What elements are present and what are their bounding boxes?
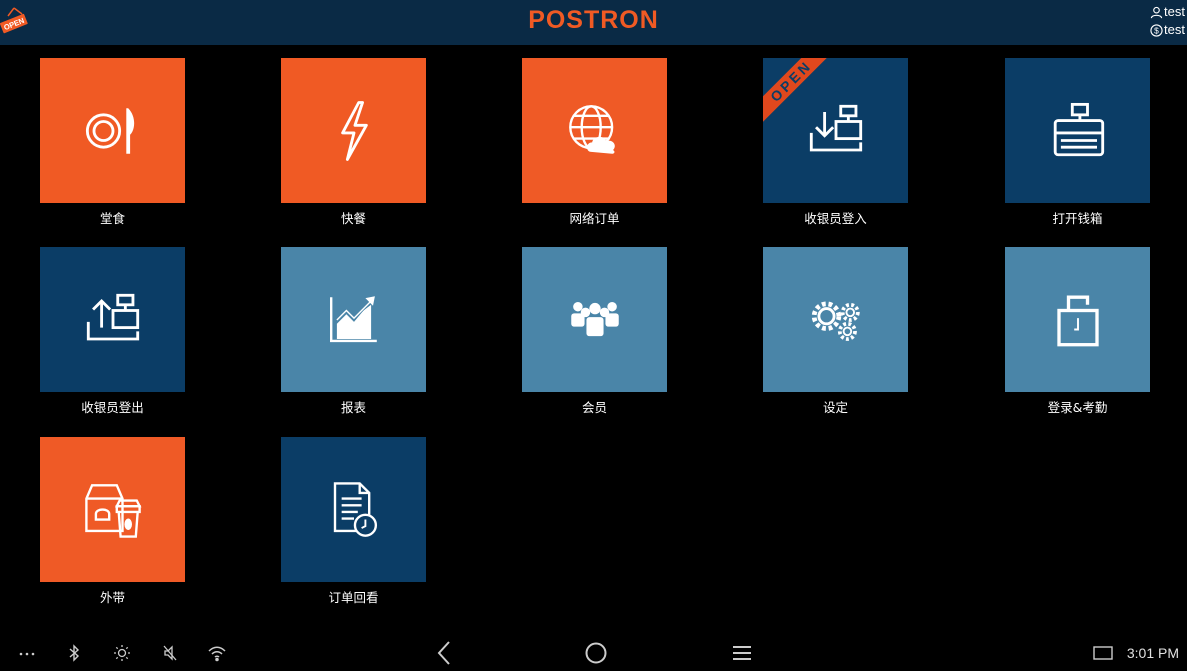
gears-icon (811, 300, 860, 341)
tile-label: 堂食 (99, 211, 125, 226)
order-history-icon (333, 481, 377, 537)
bluetooth-icon[interactable] (66, 635, 82, 671)
tile-label: 报表 (340, 400, 366, 415)
tile-label: 快餐 (340, 211, 366, 226)
tile-label: 收银员登出 (81, 400, 144, 415)
tile-label: 打开钱箱 (1052, 211, 1103, 226)
brightness-icon[interactable] (113, 635, 131, 671)
cashier-login-icon (809, 104, 862, 151)
shop-name: test (1164, 22, 1185, 37)
menu-icon[interactable] (732, 635, 752, 671)
user-icon (1150, 6, 1163, 18)
lightning-icon (340, 100, 368, 161)
tile-login-attendance[interactable]: 登录&考勤 (1005, 247, 1150, 417)
tile-open-cash-drawer[interactable]: 打开钱箱 (1005, 58, 1150, 228)
user-info[interactable]: test $ test (1150, 3, 1185, 39)
app-logo: POSTRON (528, 6, 659, 34)
tile-cashier-login[interactable]: OPEN 收银员登入 (763, 58, 908, 228)
tile-settings[interactable]: 设定 (763, 247, 908, 417)
mute-icon[interactable] (162, 635, 178, 671)
members-icon (570, 301, 619, 336)
tile-label: 外带 (99, 590, 125, 605)
tile-label: 网络订单 (569, 211, 620, 226)
tile-label: 会员 (581, 400, 607, 415)
dollar-circle-icon: $ (1150, 23, 1163, 37)
screen-icon[interactable] (1092, 635, 1114, 671)
tile-cashier-logout[interactable]: 收银员登出 (40, 247, 185, 417)
tile-label: 设定 (822, 400, 848, 415)
cashier-logout-icon (86, 293, 139, 340)
home-icon[interactable] (584, 635, 608, 671)
tile-online-orders[interactable]: 网络订单 (522, 58, 667, 228)
user-name: test (1164, 4, 1185, 19)
tile-dine-in[interactable]: 堂食 (40, 58, 185, 228)
tile-reports[interactable]: 报表 (281, 247, 426, 417)
more-dots-icon[interactable] (18, 635, 36, 671)
system-nav-bar: 3:01 PM (0, 635, 1187, 671)
tile-label: 收银员登入 (804, 211, 867, 226)
attendance-clock-icon (1056, 295, 1099, 346)
dine-in-icon (85, 107, 134, 154)
wifi-icon[interactable] (207, 635, 227, 671)
cash-drawer-icon (1053, 102, 1104, 156)
svg-text:$: $ (1154, 25, 1159, 35)
app-header: OPEN POSTRON test $ test (0, 0, 1187, 45)
globe-cloud-icon (568, 104, 615, 154)
tile-takeaway[interactable]: 外带 (40, 437, 185, 607)
takeaway-bag-icon (84, 483, 142, 538)
tile-label: 登录&考勤 (1047, 400, 1108, 415)
tile-fast-food[interactable]: 快餐 (281, 58, 426, 228)
tile-label: 订单回看 (328, 590, 379, 605)
clock: 3:01 PM (1126, 645, 1179, 661)
tile-order-history[interactable]: 订单回看 (281, 437, 426, 607)
back-icon[interactable] (434, 635, 454, 671)
tile-members[interactable]: 会员 (522, 247, 667, 417)
report-chart-icon (329, 295, 377, 342)
